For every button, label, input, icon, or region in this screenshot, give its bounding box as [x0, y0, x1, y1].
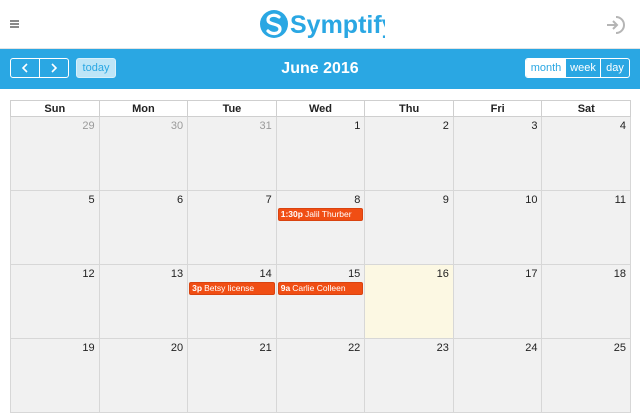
dow-thu: Thu [365, 101, 454, 116]
day-cell[interactable]: 23 [365, 339, 454, 413]
dow-tue: Tue [188, 101, 277, 116]
day-cell[interactable]: 30 [99, 117, 189, 191]
hamburger-icon[interactable] [10, 20, 19, 28]
logo-text: Symptify [290, 11, 385, 39]
day-cell[interactable]: 6 [99, 191, 189, 265]
day-number: 12 [82, 268, 95, 280]
month-grid: Sun Mon Tue Wed Thu Fri Sat 29 30 31 1 2… [10, 100, 632, 413]
week-row-1: 29 30 31 1 2 3 4 [10, 117, 632, 191]
day-number: 23 [436, 342, 449, 354]
day-cell[interactable]: 13 [99, 265, 189, 339]
day-number: 1 [354, 120, 361, 132]
chevron-right-icon [51, 63, 58, 73]
event-title: Carlie Colleen [292, 283, 346, 293]
event-title: Jalil Thurber [304, 209, 352, 219]
day-number: 22 [348, 342, 361, 354]
day-cell[interactable]: 17 [453, 265, 543, 339]
day-number: 16 [436, 268, 449, 280]
chevron-left-icon [21, 63, 28, 73]
day-number: 19 [82, 342, 95, 354]
day-number: 13 [170, 268, 184, 280]
day-cell[interactable]: 5 [10, 191, 100, 265]
day-of-week-header: Sun Mon Tue Wed Thu Fri Sat [10, 100, 631, 117]
day-number: 3 [531, 120, 538, 132]
day-cell[interactable]: 4 [542, 117, 632, 191]
day-cell[interactable]: 21 [188, 339, 277, 413]
day-cell[interactable]: 8 1:30p Jalil Thurber [276, 191, 366, 265]
event-time: 3p [192, 283, 203, 293]
dow-sat: Sat [577, 103, 595, 115]
day-cell[interactable]: 10 [453, 191, 543, 265]
day-cell[interactable]: 1 [276, 117, 366, 191]
day-cell[interactable]: 29 [10, 117, 100, 191]
month-title: June 2016 [281, 60, 359, 77]
day-number: 18 [613, 268, 627, 280]
day-cell[interactable]: 31 [188, 117, 277, 191]
day-cell[interactable]: 19 [10, 339, 100, 413]
day-cell[interactable]: 11 [542, 191, 632, 265]
day-cell[interactable]: 9 [365, 191, 454, 265]
logout-icon[interactable] [604, 14, 626, 36]
dow-wed: Wed [277, 101, 366, 116]
day-cell[interactable]: 18 [542, 265, 632, 339]
day-number: 15 [348, 268, 361, 280]
day-cell[interactable]: 3 [453, 117, 543, 191]
day-cell[interactable]: 25 [542, 339, 632, 413]
logo-wordmark: Symptify [260, 10, 385, 39]
dow-mon: Mon [100, 101, 189, 116]
day-number: 8 [354, 194, 361, 206]
calendar-event[interactable]: 3p Betsy license [189, 282, 275, 295]
day-number: 9 [442, 194, 449, 206]
view-month-button[interactable]: month [526, 59, 566, 77]
day-number: 14 [259, 268, 272, 280]
dow-fri: Fri [454, 101, 543, 116]
week-row-3: 12 13 14 3p Betsy license 15 9a Carlie Col… [10, 265, 632, 339]
day-number: 7 [265, 194, 272, 206]
calendar-event[interactable]: 9a Carlie Colleen [277, 282, 364, 295]
day-cell[interactable]: 12 [10, 265, 100, 339]
day-number: 21 [259, 342, 272, 354]
day-cell-today[interactable]: 16 [365, 265, 454, 339]
view-week-button[interactable]: week [566, 59, 601, 77]
day-cell[interactable]: 22 [276, 339, 366, 413]
calendar-toolbar: today June 2016 month week day [0, 49, 640, 89]
day-cell[interactable]: 7 [188, 191, 277, 265]
calendar-event[interactable]: 1:30p Jalil Thurber [277, 208, 364, 221]
day-number: 5 [88, 194, 95, 206]
dow-sun: Sun [11, 101, 100, 116]
day-cell[interactable]: 24 [453, 339, 543, 413]
day-number: 4 [619, 120, 627, 132]
next-button[interactable] [39, 59, 68, 77]
week-row-4: 19 20 21 22 23 24 25 [10, 339, 632, 413]
day-number: 10 [525, 194, 538, 206]
day-number: 30 [170, 120, 184, 132]
day-cell[interactable]: 2 [365, 117, 454, 191]
view-day-button[interactable]: day [601, 59, 629, 77]
day-number: 25 [613, 342, 627, 354]
prev-next-group [10, 58, 69, 78]
symptify-logo: Symptify [259, 4, 385, 44]
event-time: 1:30p [280, 209, 303, 219]
view-switcher: month week day [525, 58, 630, 78]
day-cell[interactable]: 15 9a Carlie Colleen [276, 265, 366, 339]
day-cell[interactable]: 20 [99, 339, 189, 413]
day-number: 20 [170, 342, 184, 354]
today-button[interactable]: today [76, 58, 116, 78]
day-number: 29 [82, 120, 95, 132]
day-number: 2 [442, 120, 449, 132]
day-number: 17 [525, 268, 538, 280]
top-bar: Symptify [0, 0, 640, 49]
day-number: 6 [177, 194, 184, 206]
day-cell[interactable]: 14 3p Betsy license [188, 265, 277, 339]
day-number: 31 [259, 120, 272, 132]
day-number: 24 [525, 342, 538, 354]
event-time: 9a [280, 283, 291, 293]
day-number: 11 [614, 194, 627, 206]
event-title: Betsy license [204, 283, 255, 293]
week-row-2: 5 6 7 8 1:30p Jalil Thurber 9 10 11 [10, 191, 632, 265]
prev-button[interactable] [11, 59, 39, 77]
